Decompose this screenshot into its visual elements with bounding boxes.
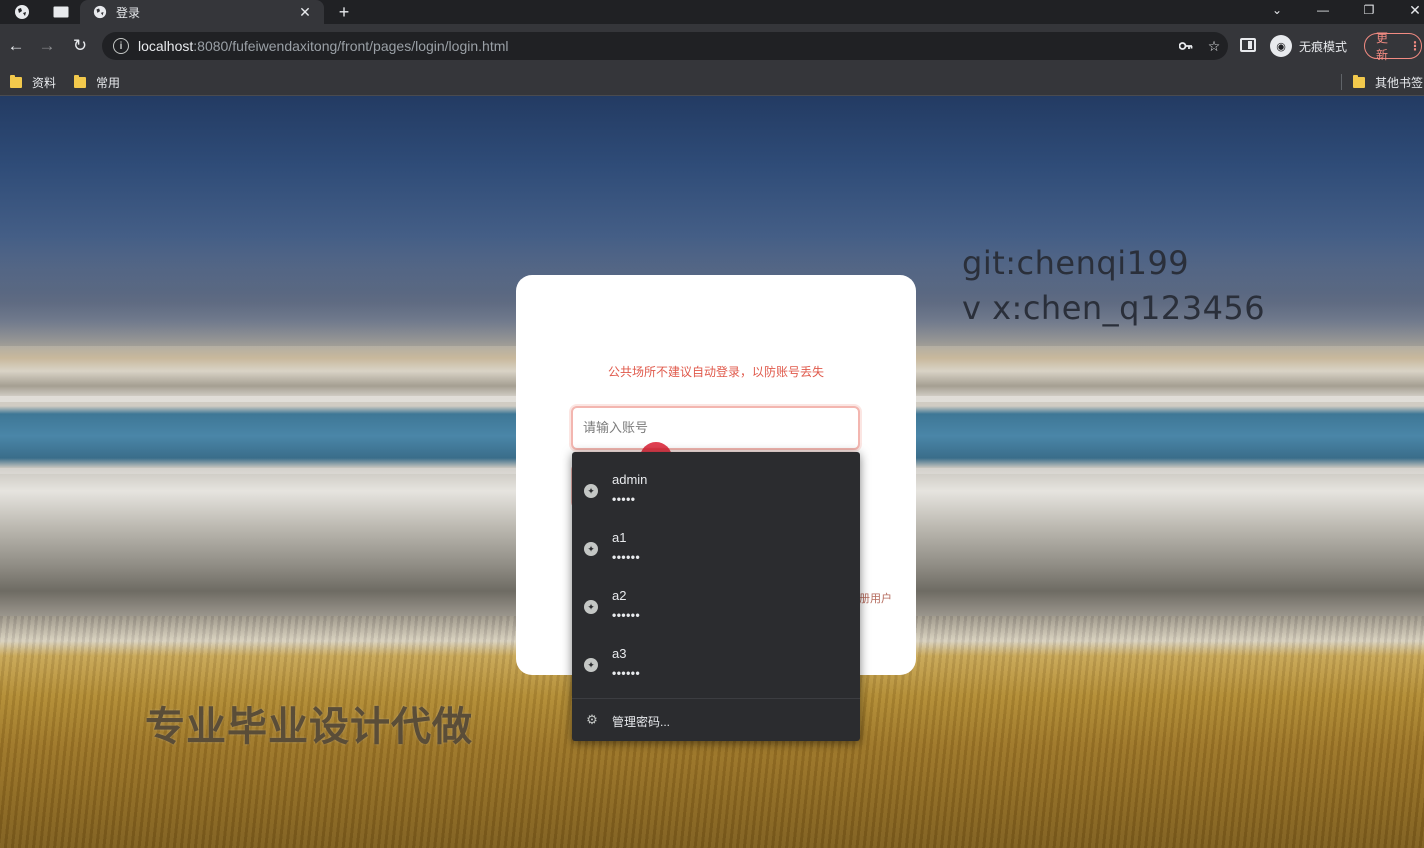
password-autofill-dropdown: ✦ admin ••••• ✦ a1 •••••• ✦ a2 •••••• ✦ …: [572, 452, 860, 741]
incognito-label: 无痕模式: [1299, 39, 1348, 54]
folder-icon: [1353, 74, 1365, 88]
info-icon[interactable]: i: [113, 38, 129, 54]
autofill-username: admin: [612, 472, 648, 487]
restore-button[interactable]: ❐: [1354, 0, 1384, 20]
autofill-username: a1: [612, 530, 627, 545]
incognito-icon: ◉: [1270, 35, 1292, 57]
globe-icon: ✦: [584, 484, 598, 498]
update-label: 更新: [1376, 31, 1389, 62]
forward-button[interactable]: →: [35, 34, 59, 58]
autofill-password: ••••••: [612, 550, 641, 564]
watermark-git: git:chenqi199: [962, 244, 1190, 282]
gear-icon: ⚙: [586, 712, 598, 727]
watermark-ad: 专业毕业设计代做: [145, 704, 473, 750]
bookmark-label: 其他书签: [1375, 75, 1424, 90]
autofill-password: ••••••: [612, 666, 641, 680]
autofill-entry[interactable]: ✦ a3 ••••••: [572, 630, 860, 688]
minimize-button[interactable]: —: [1308, 0, 1338, 20]
bookmark-folder[interactable]: 常用: [74, 72, 120, 92]
autofill-password: •••••: [612, 492, 636, 506]
tab-strip: 登录 ✕ + ⌄ — ❐ ✕: [0, 0, 1424, 24]
autofill-username: a2: [612, 588, 627, 603]
globe-icon: ✦: [584, 542, 598, 556]
folder-icon: [10, 74, 22, 88]
bookmark-label: 资料: [32, 75, 57, 90]
manage-passwords-item[interactable]: ⚙ 管理密码...: [572, 700, 860, 741]
globe-icon: ✦: [584, 600, 598, 614]
update-button[interactable]: 更新 ⋮: [1364, 31, 1422, 62]
register-link[interactable]: 册用户: [859, 590, 892, 606]
bookmarks-divider: [1341, 74, 1342, 90]
watermark-vx: v x:chen_q123456: [962, 289, 1266, 327]
menu-icon[interactable]: ⋮: [1409, 39, 1421, 53]
globe-icon: ✦: [584, 658, 598, 672]
tab-search-icon[interactable]: [46, 0, 76, 24]
window-close-button[interactable]: ✕: [1400, 0, 1424, 20]
autofill-divider: [572, 698, 860, 699]
account-input[interactable]: [571, 406, 860, 450]
autofill-entry[interactable]: ✦ a1 ••••••: [572, 514, 860, 572]
folder-icon: [74, 74, 86, 88]
globe-icon: [92, 4, 108, 20]
other-bookmarks-folder[interactable]: 其他书签: [1353, 72, 1423, 92]
security-notice: 公共场所不建议自动登录，以防账号丢失: [607, 365, 824, 379]
autofill-username: a3: [612, 646, 627, 661]
back-button[interactable]: ←: [4, 34, 28, 58]
globe-icon[interactable]: [8, 0, 36, 24]
bookmark-label: 常用: [96, 75, 121, 90]
browser-toolbar: ← → ↻ i localhost:8080/fufeiwendaxitong/…: [0, 24, 1424, 68]
address-bar[interactable]: i localhost:8080/fufeiwendaxitong/front/…: [102, 32, 1228, 60]
tab-title: 登录: [116, 5, 141, 20]
close-icon[interactable]: ✕: [296, 4, 314, 21]
bookmark-folder[interactable]: 资料: [10, 72, 56, 92]
autofill-entry[interactable]: ✦ admin •••••: [572, 456, 860, 514]
autofill-entry[interactable]: ✦ a2 ••••••: [572, 572, 860, 630]
manage-passwords-label: 管理密码...: [612, 715, 671, 729]
key-icon[interactable]: [1172, 32, 1200, 60]
star-icon[interactable]: ☆: [1200, 32, 1228, 60]
url-text[interactable]: localhost:8080/fufeiwendaxitong/front/pa…: [138, 38, 1172, 54]
tab-login[interactable]: 登录 ✕: [80, 0, 324, 24]
chevron-down-icon[interactable]: ⌄: [1262, 0, 1292, 20]
side-panel-icon[interactable]: [1240, 38, 1256, 52]
new-tab-button[interactable]: +: [334, 0, 354, 24]
autofill-password: ••••••: [612, 608, 641, 622]
bookmarks-bar: 资料 常用 其他书签: [0, 68, 1424, 96]
incognito-indicator[interactable]: ◉ 无痕模式: [1270, 35, 1347, 57]
reload-button[interactable]: ↻: [68, 34, 92, 58]
